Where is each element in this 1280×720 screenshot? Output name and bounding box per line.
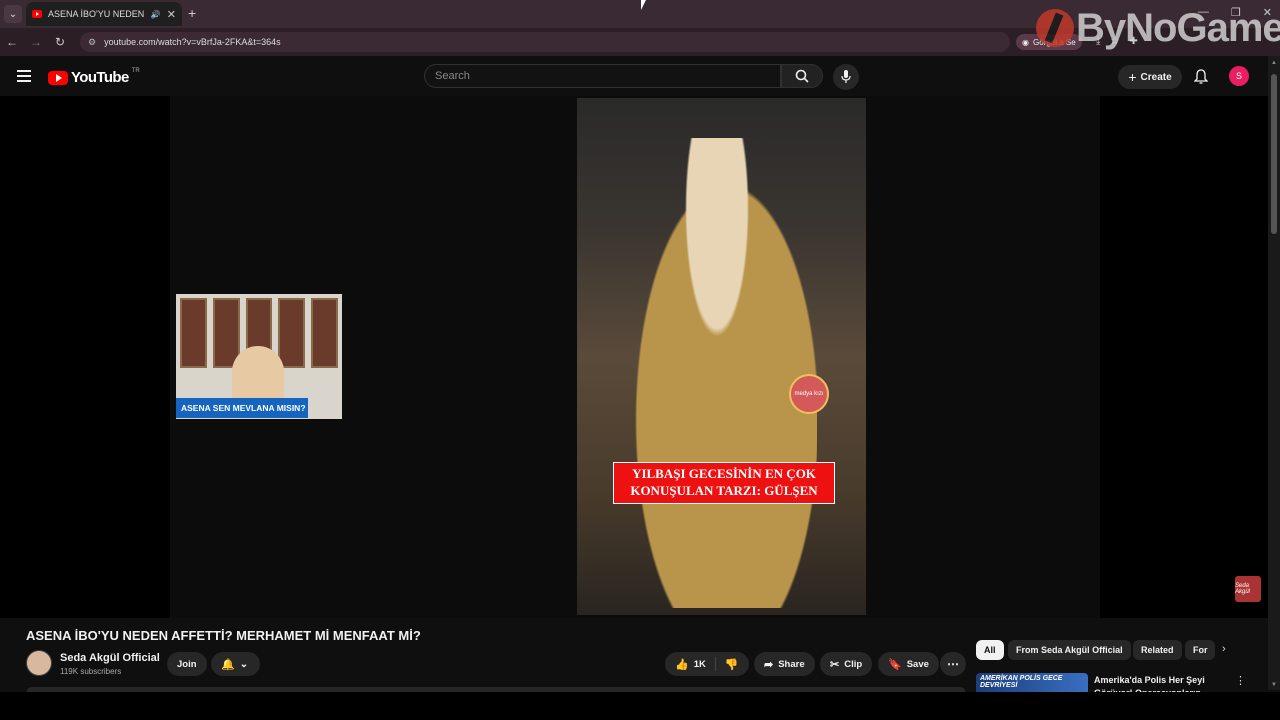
chevron-down-icon: ⌄ [8,8,18,20]
chevron-right-icon[interactable]: › [1222,643,1226,655]
chevron-down-icon: ⌄ [239,658,249,670]
join-label: Join [177,658,197,670]
search-button[interactable] [781,64,823,88]
scroll-up-icon[interactable]: ▲ [1271,60,1277,66]
scroll-down-icon[interactable]: ▼ [1271,682,1277,688]
subscriber-count: 119K subscribers [60,667,122,676]
share-label: Share [778,658,805,670]
thumbs-down-icon[interactable]: 👎 [725,658,739,671]
clip-caption: YILBAŞI GECESİNİN EN ÇOK KONUŞULAN TARZI… [613,462,835,504]
speaker-icon[interactable]: 🔊 [151,10,161,19]
youtube-favicon-icon [32,10,42,18]
region-code: TR [131,67,140,74]
watermark: ByNoGame [1036,0,1280,56]
share-icon: ➦ [764,658,774,671]
reload-icon[interactable]: ↻ [48,35,72,49]
more-vertical-icon[interactable]: ⋮ [1235,674,1246,687]
site-settings-icon[interactable]: ⚙ [88,37,96,48]
video-title: ASENA İBO'YU NEDEN AFFETTİ? MERHAMET Mİ … [26,628,421,643]
url-text: youtube.com/watch?v=vBrfJa-2FKA&t=364s [104,37,281,47]
create-label: Create [1140,71,1172,83]
plus-icon: + [1128,69,1137,85]
create-button[interactable]: + Create [1118,65,1182,89]
channel-avatar[interactable] [26,650,52,676]
clip-caption-line1: YILBAŞI GECESİNİN EN ÇOK [632,466,816,481]
clip-label: Clip [844,658,863,670]
host-caption: ASENA SEN MEVLANA MISIN? [176,398,308,418]
clip-caption-line2: KONUŞULAN TARZI: GÜLŞEN [630,482,818,498]
more-horizontal-icon: ⋯ [947,657,959,671]
join-button[interactable]: Join [167,652,207,676]
menu-icon[interactable] [17,70,31,82]
bell-outline-icon: 🔔 [221,658,235,671]
subscribed-notification-button[interactable]: 🔔 ⌄ [211,652,260,676]
performance-clip: medya kızı YILBAŞI GECESİNİN EN ÇOK KONU… [577,98,866,615]
scrollbar-thumb[interactable] [1271,74,1277,234]
lens-icon: ◉ [1022,37,1029,47]
channel-name[interactable]: Seda Akgül Official [60,652,160,664]
bell-icon [1193,69,1209,84]
url-bar[interactable]: ⚙ youtube.com/watch?v=vBrfJa-2FKA&t=364s [80,32,1010,52]
youtube-logo-text: YouTube [71,69,129,86]
recommended-title[interactable]: Amerika'da Polis Her Şeyi Görüyor! Opera… [1094,674,1224,694]
scissors-icon: ✂ [830,658,840,671]
search-placeholder: Search [435,70,470,82]
thumbs-up-icon: 👍 [675,658,689,671]
taskbar [0,692,1280,720]
account-avatar[interactable]: S [1229,66,1249,86]
chip-for-you[interactable]: For [1185,640,1215,660]
tab-title: ASENA İBO'YU NEDEN AFFETTİ [48,9,145,19]
forward-icon[interactable]: → [24,35,48,49]
bookmark-icon: 🔖 [888,658,902,671]
performer-figure [617,138,817,608]
new-tab-button[interactable]: + [188,5,196,21]
youtube-header: YouTube TR Search + Create S [0,56,1280,96]
mouse-cursor-icon [641,0,646,10]
like-count: 1K [693,658,706,670]
back-icon[interactable]: ← [0,35,24,49]
save-button[interactable]: 🔖 Save [878,652,939,676]
notifications-button[interactable] [1193,69,1209,89]
chip-from-channel[interactable]: From Seda Akgül Official [1008,640,1131,660]
browser-tab[interactable]: ASENA İBO'YU NEDEN AFFETTİ 🔊 ✕ [26,2,182,26]
clip-button[interactable]: ✂ Clip [820,652,873,676]
close-tab-icon[interactable]: ✕ [167,8,176,21]
chip-all[interactable]: All [976,640,1004,660]
youtube-logo[interactable]: YouTube TR [48,67,140,86]
more-actions-button[interactable]: ⋯ [940,652,966,676]
search-icon [795,69,809,83]
search-input[interactable]: Search [424,64,781,88]
share-button[interactable]: ➦ Share [754,652,815,676]
microphone-icon [841,70,851,83]
watermark-logo-icon [1036,9,1074,47]
tab-search-button[interactable]: ⌄ [4,5,22,23]
media-sticker: medya kızı [789,374,829,414]
like-button[interactable]: 👍 1K 👎 [665,652,749,676]
channel-watermark[interactable]: Seda Akgül [1235,576,1261,602]
chip-related[interactable]: Related [1133,640,1182,660]
watermark-text: ByNoGame [1076,5,1280,50]
youtube-logo-icon [48,70,68,85]
voice-search-button[interactable] [833,64,859,90]
save-label: Save [906,658,929,670]
